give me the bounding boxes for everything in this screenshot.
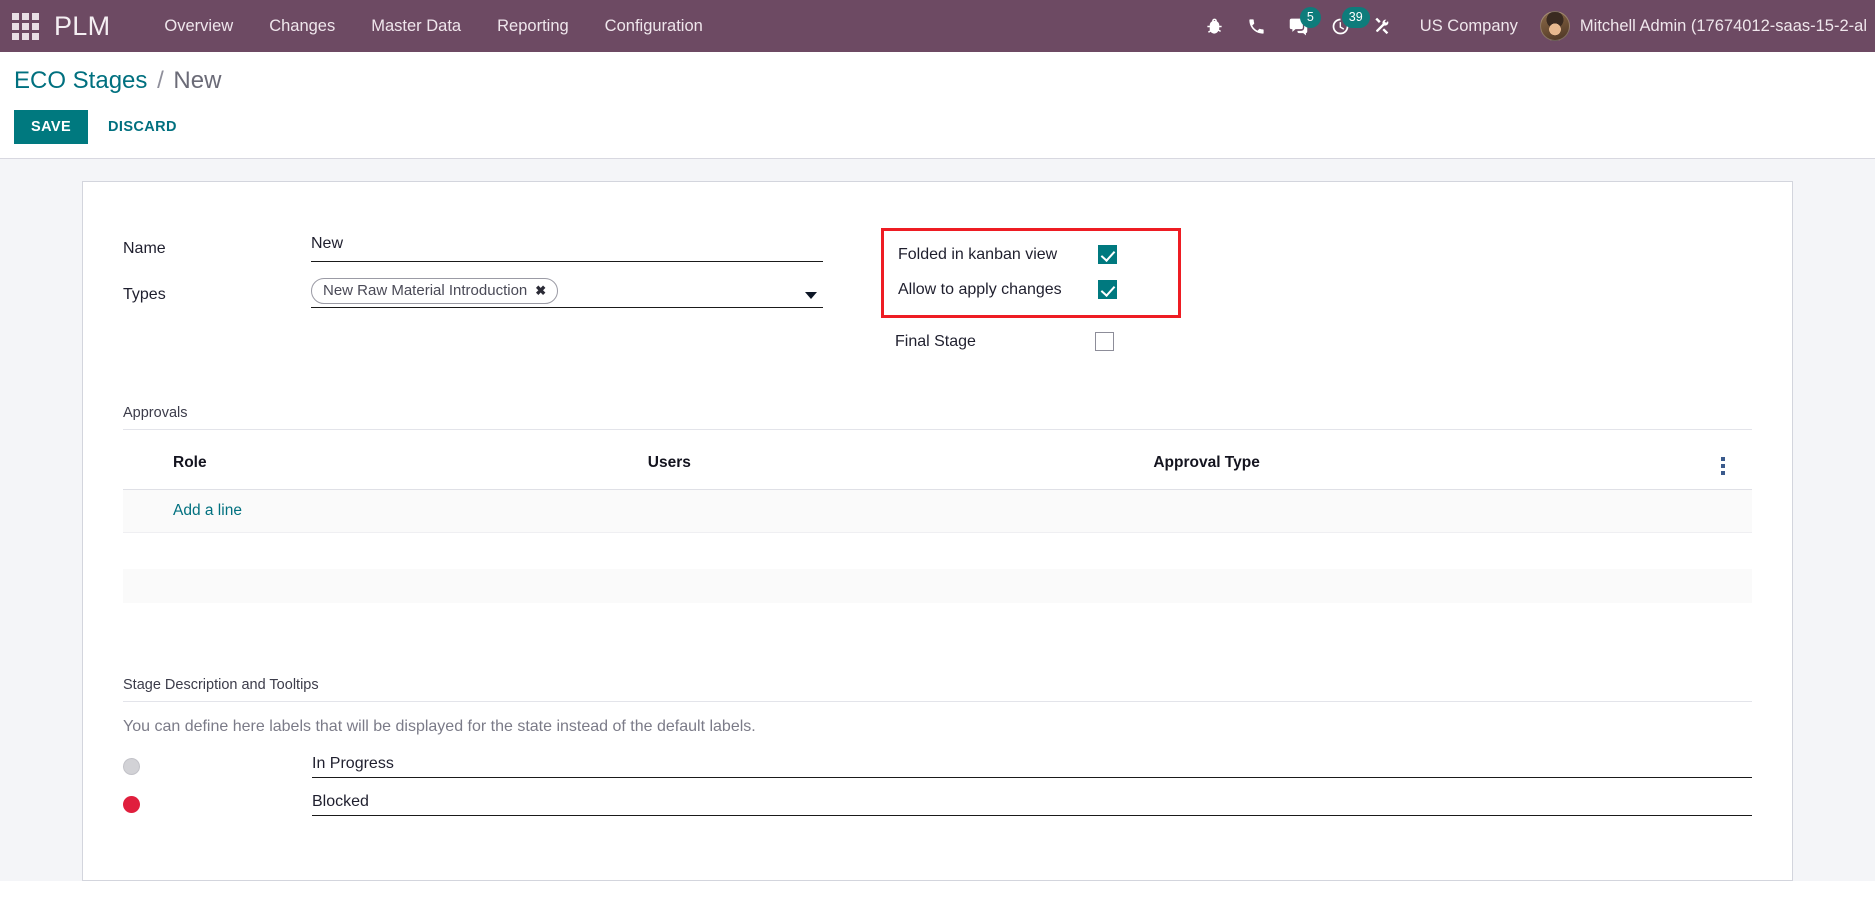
field-name-control[interactable] (311, 235, 823, 262)
breadcrumb-separator: / (157, 67, 164, 94)
field-folded-label: Folded in kanban view (898, 245, 1058, 263)
table-filler-row-shaded (123, 568, 1752, 603)
grey-dot-icon (123, 758, 140, 775)
activity-clock-icon[interactable]: 39 (1320, 0, 1370, 52)
control-panel-buttons: SAVE DISCARD (0, 96, 1875, 158)
menu-item-overview[interactable]: Overview (146, 1, 251, 52)
form-view-area: Name Types New Raw Material Introduction… (0, 159, 1875, 881)
form-column-left: Name Types New Raw Material Introduction… (123, 228, 823, 359)
approvals-title: Approvals (123, 405, 1752, 430)
tools-icon[interactable] (1362, 0, 1404, 52)
name-input[interactable] (311, 235, 823, 255)
approvals-table-body: Add a line (123, 489, 1752, 603)
menu-item-reporting[interactable]: Reporting (479, 1, 587, 52)
user-menu[interactable]: Mitchell Admin (17674012-saas-15-2-al (1534, 11, 1875, 41)
apps-grid-icon[interactable] (10, 11, 40, 41)
column-header-users[interactable]: Users (639, 436, 1146, 490)
field-types-label: Types (123, 286, 166, 303)
stage-description-section: Stage Description and Tooltips You can d… (123, 677, 1752, 824)
column-header-role[interactable]: Role (123, 436, 640, 490)
legend-blocked-row (123, 786, 1752, 824)
form-column-right: Folded in kanban view Allow to apply cha… (823, 228, 1752, 359)
add-line-row[interactable]: Add a line (123, 489, 1752, 533)
field-allow-changes-label: Allow to apply changes (898, 280, 1062, 298)
legend-blocked-input[interactable] (312, 793, 1752, 811)
tag-new-raw-material-introduction[interactable]: New Raw Material Introduction ✖ (311, 278, 559, 304)
breadcrumb-current: New (173, 67, 222, 94)
field-final-stage-label: Final Stage (895, 332, 976, 350)
form-sheet: Name Types New Raw Material Introduction… (82, 181, 1793, 881)
messages-icon[interactable]: 5 (1278, 0, 1321, 52)
chevron-down-icon[interactable] (805, 292, 817, 299)
company-switcher[interactable]: US Company (1404, 17, 1534, 36)
field-allow-to-apply-changes: Allow to apply changes (898, 272, 1166, 307)
field-name-label: Name (123, 240, 166, 257)
approvals-section: Approvals Role Users Approval Type Add a… (123, 405, 1752, 603)
main-menu: Overview Changes Master Data Reporting C… (146, 1, 720, 52)
control-panel: ECO Stages / New SAVE DISCARD (0, 52, 1875, 159)
brand-plm[interactable]: PLM (54, 11, 110, 42)
table-filler-row (123, 532, 1752, 569)
stage-description-title: Stage Description and Tooltips (123, 677, 1752, 702)
menu-item-changes[interactable]: Changes (251, 1, 353, 52)
discard-button[interactable]: DISCARD (92, 110, 193, 144)
add-line-cell[interactable]: Add a line (123, 489, 1752, 533)
approvals-header-row: Role Users Approval Type (123, 436, 1752, 490)
tag-label: New Raw Material Introduction (323, 282, 528, 299)
bug-icon[interactable] (1194, 0, 1236, 52)
stage-description-help: You can define here labels that will be … (123, 717, 756, 735)
menu-item-configuration[interactable]: Configuration (587, 1, 721, 52)
field-final-stage: Final Stage (881, 324, 1752, 359)
add-a-line-link[interactable]: Add a line (173, 502, 242, 519)
final-stage-checkbox[interactable] (1095, 332, 1114, 351)
save-button[interactable]: SAVE (14, 110, 89, 144)
field-types-control[interactable]: New Raw Material Introduction ✖ (311, 278, 823, 308)
approvals-table-head: Role Users Approval Type (123, 436, 1752, 490)
breadcrumb: ECO Stages / New (0, 66, 1875, 96)
phone-icon[interactable] (1236, 0, 1278, 52)
navbar-systray: 5 39 US Company Mitchell Admin (17674012… (1194, 0, 1875, 52)
field-name: Name (123, 228, 823, 262)
avatar (1539, 11, 1570, 41)
legend-normal-input[interactable] (312, 755, 1752, 773)
tag-remove-icon[interactable]: ✖ (535, 283, 546, 299)
form-columns: Name Types New Raw Material Introduction… (123, 210, 1752, 359)
menu-item-master-data[interactable]: Master Data (353, 1, 479, 52)
kebab-menu-icon[interactable] (1715, 455, 1731, 477)
red-dot-icon (123, 796, 140, 813)
approvals-table: Role Users Approval Type Add a line (123, 436, 1752, 603)
top-navbar: PLM Overview Changes Master Data Reporti… (0, 0, 1875, 52)
field-folded-in-kanban-view: Folded in kanban view (898, 237, 1166, 272)
messages-badge: 5 (1299, 7, 1321, 28)
allow-to-apply-changes-checkbox[interactable] (1098, 280, 1117, 299)
column-header-approval-type[interactable]: Approval Type (1145, 436, 1708, 490)
legend-normal-row (123, 748, 1752, 786)
legend-normal-field[interactable] (312, 755, 1752, 778)
breadcrumb-root[interactable]: ECO Stages (14, 67, 147, 94)
column-header-options (1707, 436, 1752, 490)
field-types: Types New Raw Material Introduction ✖ (123, 274, 823, 308)
highlighted-checkbox-group: Folded in kanban view Allow to apply cha… (881, 228, 1181, 318)
folded-in-kanban-view-checkbox[interactable] (1098, 245, 1117, 264)
legend-blocked-field[interactable] (312, 793, 1752, 816)
user-name-label: Mitchell Admin (17674012-saas-15-2-al (1579, 16, 1867, 35)
